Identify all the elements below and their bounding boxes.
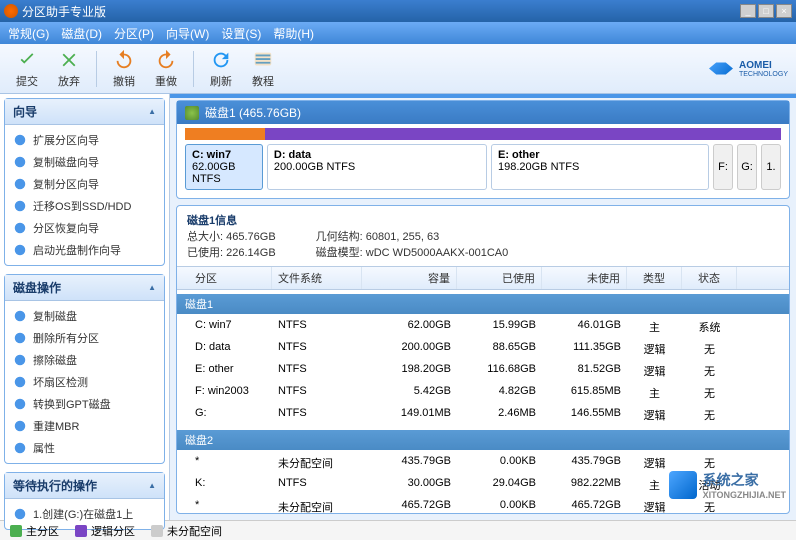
pending-panel: 等待执行的操作 1.创建(G:)在磁盘1上 <box>4 472 165 530</box>
refresh-icon <box>210 49 232 71</box>
check-icon <box>16 49 38 71</box>
diskops-item[interactable]: 转换到GPT磁盘 <box>5 393 164 415</box>
titlebar: 分区助手专业版 _ □ × <box>0 0 796 22</box>
disk-header: 磁盘1 (465.76GB) <box>177 101 789 124</box>
disk-partitions: C: win762.00GB NTFSD: data200.00GB NTFSE… <box>177 140 789 198</box>
book-icon <box>252 49 274 71</box>
partition-box[interactable]: C: win762.00GB NTFS <box>185 144 263 190</box>
redo-icon <box>155 49 177 71</box>
menu-item[interactable]: 分区(P) <box>114 25 154 42</box>
table-row[interactable]: G:NTFS 149.01MB2.46MB 146.55MB逻辑 无 <box>177 404 789 426</box>
column-header[interactable]: 状态 <box>682 267 737 289</box>
menu-item[interactable]: 常规(G) <box>8 25 49 42</box>
brand: AOMEITECHNOLOGY <box>709 59 788 79</box>
menu-item[interactable]: 设置(S) <box>221 25 261 42</box>
disk-icon <box>185 106 199 120</box>
commit-button[interactable]: 提交 <box>8 45 46 93</box>
disk-panel: 磁盘1 (465.76GB) C: win762.00GB NTFSD: dat… <box>176 100 790 199</box>
disk-segment <box>265 128 524 140</box>
table-row[interactable]: D: dataNTFS 200.00GB88.65GB 111.35GB逻辑 无 <box>177 338 789 360</box>
app-title: 分区助手专业版 <box>22 3 106 20</box>
column-header[interactable]: 文件系统 <box>272 267 362 289</box>
toolbar: 提交 放弃 撤销 重做 刷新 教程 AOMEITECHNOLOGY <box>0 44 796 94</box>
wizard-header[interactable]: 向导 <box>5 99 164 125</box>
close-button[interactable]: × <box>776 4 792 18</box>
wizard-item[interactable]: 迁移OS到SSD/HDD <box>5 195 164 217</box>
brand-logo-icon <box>709 59 733 79</box>
wizard-item[interactable]: 分区恢复向导 <box>5 217 164 239</box>
content: 磁盘1 (465.76GB) C: win762.00GB NTFSD: dat… <box>170 94 796 520</box>
column-header[interactable]: 类型 <box>627 267 682 289</box>
diskops-item[interactable]: 属性 <box>5 437 164 459</box>
partition-box[interactable]: D: data200.00GB NTFS <box>267 144 487 190</box>
partition-box[interactable]: E: other198.20GB NTFS <box>491 144 709 190</box>
diskops-item[interactable]: 复制磁盘 <box>5 305 164 327</box>
menu-item[interactable]: 向导(W) <box>166 25 209 42</box>
table-row[interactable]: C: win7NTFS 62.00GB15.99GB 46.01GB主 系统 <box>177 316 789 338</box>
redo-button[interactable]: 重做 <box>147 45 185 93</box>
diskops-header[interactable]: 磁盘操作 <box>5 275 164 301</box>
wizard-panel: 向导 扩展分区向导复制磁盘向导复制分区向导迁移OS到SSD/HDD分区恢复向导启… <box>4 98 165 266</box>
column-header[interactable]: 容量 <box>362 267 457 289</box>
wizard-item[interactable]: 复制磁盘向导 <box>5 151 164 173</box>
refresh-button[interactable]: 刷新 <box>202 45 240 93</box>
diskops-panel: 磁盘操作 复制磁盘删除所有分区擦除磁盘坏扇区检测转换到GPT磁盘重建MBR属性 <box>4 274 165 464</box>
window-controls: _ □ × <box>740 4 792 18</box>
watermark-icon <box>669 471 697 499</box>
column-header[interactable]: 未使用 <box>542 267 627 289</box>
wizard-item[interactable]: 复制分区向导 <box>5 173 164 195</box>
sidebar: 向导 扩展分区向导复制磁盘向导复制分区向导迁移OS到SSD/HDD分区恢复向导启… <box>0 94 170 520</box>
disk-usage-bar <box>185 128 781 140</box>
tutorial-button[interactable]: 教程 <box>244 45 282 93</box>
undo-button[interactable]: 撤销 <box>105 45 143 93</box>
x-icon <box>58 49 80 71</box>
maximize-button[interactable]: □ <box>758 4 774 18</box>
column-header[interactable]: 已使用 <box>457 267 542 289</box>
watermark: 系统之家XITONGZHIJIA.NET <box>669 470 786 500</box>
column-header[interactable]: 分区 <box>177 267 272 289</box>
app-icon <box>4 4 18 18</box>
diskops-item[interactable]: 删除所有分区 <box>5 327 164 349</box>
diskops-item[interactable]: 坏扇区检测 <box>5 371 164 393</box>
menubar: 常规(G) 磁盘(D) 分区(P) 向导(W) 设置(S) 帮助(H) <box>0 22 796 44</box>
menu-item[interactable]: 磁盘(D) <box>61 25 102 42</box>
disk-group: 磁盘1 <box>177 294 789 314</box>
wizard-item[interactable]: 启动光盘制作向导 <box>5 239 164 261</box>
pending-header[interactable]: 等待执行的操作 <box>5 473 164 499</box>
partition-small[interactable]: 1. <box>761 144 781 190</box>
table-row[interactable]: E: otherNTFS 198.20GB116.68GB 81.52GB逻辑 … <box>177 360 789 382</box>
wizard-item[interactable]: 扩展分区向导 <box>5 129 164 151</box>
partition-small[interactable]: F: <box>713 144 733 190</box>
discard-button[interactable]: 放弃 <box>50 45 88 93</box>
disk-info: 磁盘1信息 总大小: 465.76GB 几何结构: 60801, 255, 63… <box>177 206 789 266</box>
diskops-item[interactable]: 擦除磁盘 <box>5 349 164 371</box>
disk-group: 磁盘2 <box>177 430 789 450</box>
undo-icon <box>113 49 135 71</box>
minimize-button[interactable]: _ <box>740 4 756 18</box>
menu-item[interactable]: 帮助(H) <box>273 25 314 42</box>
diskops-item[interactable]: 重建MBR <box>5 415 164 437</box>
info-panel: 磁盘1信息 总大小: 465.76GB 几何结构: 60801, 255, 63… <box>176 205 790 514</box>
table-header: 分区文件系统容量已使用未使用类型状态 <box>177 266 789 290</box>
table-row[interactable]: F: win2003NTFS 5.42GB4.82GB 615.85MB主 无 <box>177 382 789 404</box>
disk-segment <box>524 128 781 140</box>
partition-small[interactable]: G: <box>737 144 757 190</box>
legend: 主分区 逻辑分区 未分配空间 <box>0 520 796 540</box>
disk-segment <box>185 128 265 140</box>
